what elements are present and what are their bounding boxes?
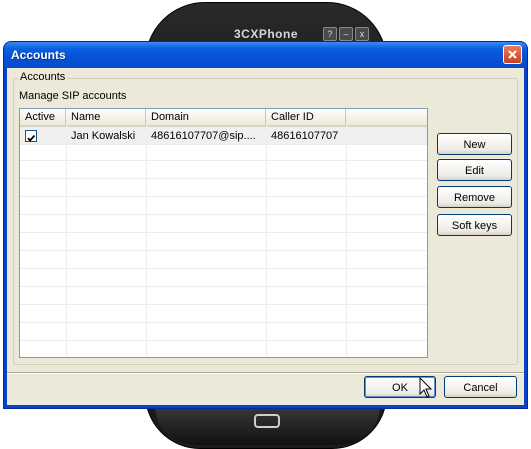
empty-row <box>20 233 427 251</box>
mouse-pointer-icon <box>419 377 433 398</box>
empty-row <box>20 143 427 161</box>
empty-row <box>20 323 427 341</box>
phone-minimize-button[interactable]: – <box>339 27 353 41</box>
dialog-close-button[interactable] <box>503 45 522 64</box>
active-checkbox[interactable] <box>25 130 37 142</box>
footer-divider <box>7 372 524 374</box>
soft-keys-button[interactable]: Soft keys <box>437 214 512 236</box>
groupbox-label: Accounts <box>18 71 68 83</box>
list-header: Active Name Domain Caller ID <box>20 109 427 127</box>
dialog-title: Accounts <box>11 48 66 62</box>
dialog-body: Accounts Manage SIP accounts Active Name… <box>7 68 524 405</box>
column-divider <box>346 125 347 357</box>
column-divider <box>66 125 67 357</box>
column-name[interactable]: Name <box>66 109 146 125</box>
close-icon <box>508 50 517 59</box>
domain-cell: 48616107707@sip.... <box>151 130 256 142</box>
column-extra[interactable] <box>346 109 427 125</box>
empty-row <box>20 179 427 197</box>
column-active[interactable]: Active <box>20 109 66 125</box>
empty-row <box>20 251 427 269</box>
column-caller-id[interactable]: Caller ID <box>266 109 346 125</box>
phone-app-title: 3CXPhone <box>234 27 299 41</box>
empty-row <box>20 161 427 179</box>
table-row[interactable]: Jan Kowalski 48616107707@sip.... 4861610… <box>20 127 427 145</box>
new-button[interactable]: New <box>437 133 512 155</box>
active-cell[interactable] <box>20 127 66 145</box>
accounts-dialog: Accounts Accounts Manage SIP accounts Ac… <box>4 42 527 408</box>
caller-id-cell: 48616107707 <box>271 130 339 142</box>
edit-button[interactable]: Edit <box>437 159 512 181</box>
empty-row <box>20 269 427 287</box>
dialog-titlebar[interactable]: Accounts <box>4 42 527 68</box>
empty-row <box>20 287 427 305</box>
column-divider <box>266 125 267 357</box>
cancel-button[interactable]: Cancel <box>444 376 517 398</box>
phone-home-key[interactable] <box>254 414 280 428</box>
accounts-list[interactable]: Active Name Domain Caller ID Jan Kowalsk… <box>19 108 428 358</box>
name-cell: Jan Kowalski <box>71 130 136 142</box>
column-divider <box>146 125 147 357</box>
manage-sip-label: Manage SIP accounts <box>19 90 127 102</box>
empty-row <box>20 215 427 233</box>
empty-row <box>20 305 427 323</box>
phone-help-button[interactable]: ? <box>323 27 337 41</box>
checkmark-icon <box>27 134 36 142</box>
phone-close-button[interactable]: x <box>355 27 369 41</box>
remove-button[interactable]: Remove <box>437 186 512 208</box>
empty-row <box>20 341 427 357</box>
column-domain[interactable]: Domain <box>146 109 266 125</box>
empty-row <box>20 197 427 215</box>
